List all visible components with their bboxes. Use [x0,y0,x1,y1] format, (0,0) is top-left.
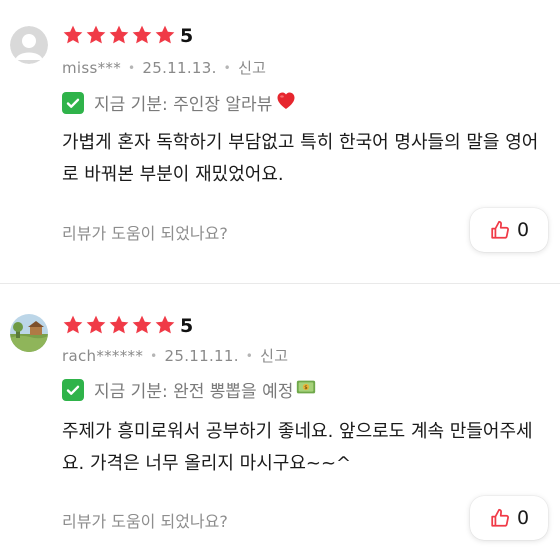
separator-dot: • [150,348,158,363]
default-user-avatar-icon [10,26,48,64]
heart-emoji-icon [274,88,298,117]
landscape-photo-avatar-icon [10,314,48,352]
mood-tag: 지금 기분: 주인장 알라뷰 [62,88,298,117]
separator-dot: • [223,60,232,75]
star-icon [86,315,106,334]
like-count: 0 [516,507,530,529]
star-icon [155,25,175,44]
separator-dot: • [245,348,254,363]
helpful-prompt: 리뷰가 도움이 되었나요? [62,224,228,243]
star-icon [132,315,152,334]
like-button[interactable]: 0 [470,208,548,252]
money-bag-emoji-icon: $ [295,376,317,403]
check-mark-icon [62,91,84,114]
report-link[interactable]: 신고 [238,57,266,78]
thumbs-up-icon [491,508,509,527]
review-card: 5 rach****** • 25.11.11. • 신고 지금 기분: 완전 … [0,286,560,560]
helpful-prompt: 리뷰가 도움이 되었나요? [62,512,228,531]
star-icon [63,25,83,44]
review-meta: rach****** • 25.11.11. • 신고 [62,345,288,366]
avatar[interactable] [10,26,48,64]
rating-score: 5 [180,315,194,337]
star-icon [86,25,106,44]
review-body: 가볍게 혼자 독학하기 부담없고 특히 한국어 명사들의 말을 영어로 바꿔본 … [62,132,539,185]
username: miss*** [62,58,122,77]
star-icon [109,315,129,334]
svg-text:$: $ [305,385,309,391]
mood-tag-text: 지금 기분: 주인장 알라뷰 [94,95,273,115]
review-divider [0,283,560,284]
review-date: 25.11.13. [142,58,217,77]
mood-tag-text: 지금 기분: 완전 뽕뽑을 예정 [94,382,294,402]
username: rach****** [62,346,144,365]
star-icon [132,25,152,44]
review-body: 주제가 흥미로워서 공부하기 좋네요. 앞으로도 계속 만들어주세요. 가격은 … [62,421,533,474]
review-card: 5 miss*** • 25.11.13. • 신고 지금 기분: 주인장 알라… [0,0,560,284]
separator-dot: • [128,60,136,75]
like-count: 0 [516,219,530,241]
review-meta: miss*** • 25.11.13. • 신고 [62,57,266,78]
check-mark-icon [62,378,84,401]
like-button[interactable]: 0 [470,496,548,540]
star-icon [109,25,129,44]
mood-tag: 지금 기분: 완전 뽕뽑을 예정 $ [62,376,317,403]
star-rating [62,24,176,46]
rating-score: 5 [180,25,194,47]
thumbs-up-icon [491,220,509,239]
star-rating [62,314,176,336]
review-date: 25.11.11. [164,346,239,365]
star-icon [63,315,83,334]
star-icon [155,315,175,334]
avatar[interactable] [10,314,48,352]
report-link[interactable]: 신고 [260,345,288,366]
